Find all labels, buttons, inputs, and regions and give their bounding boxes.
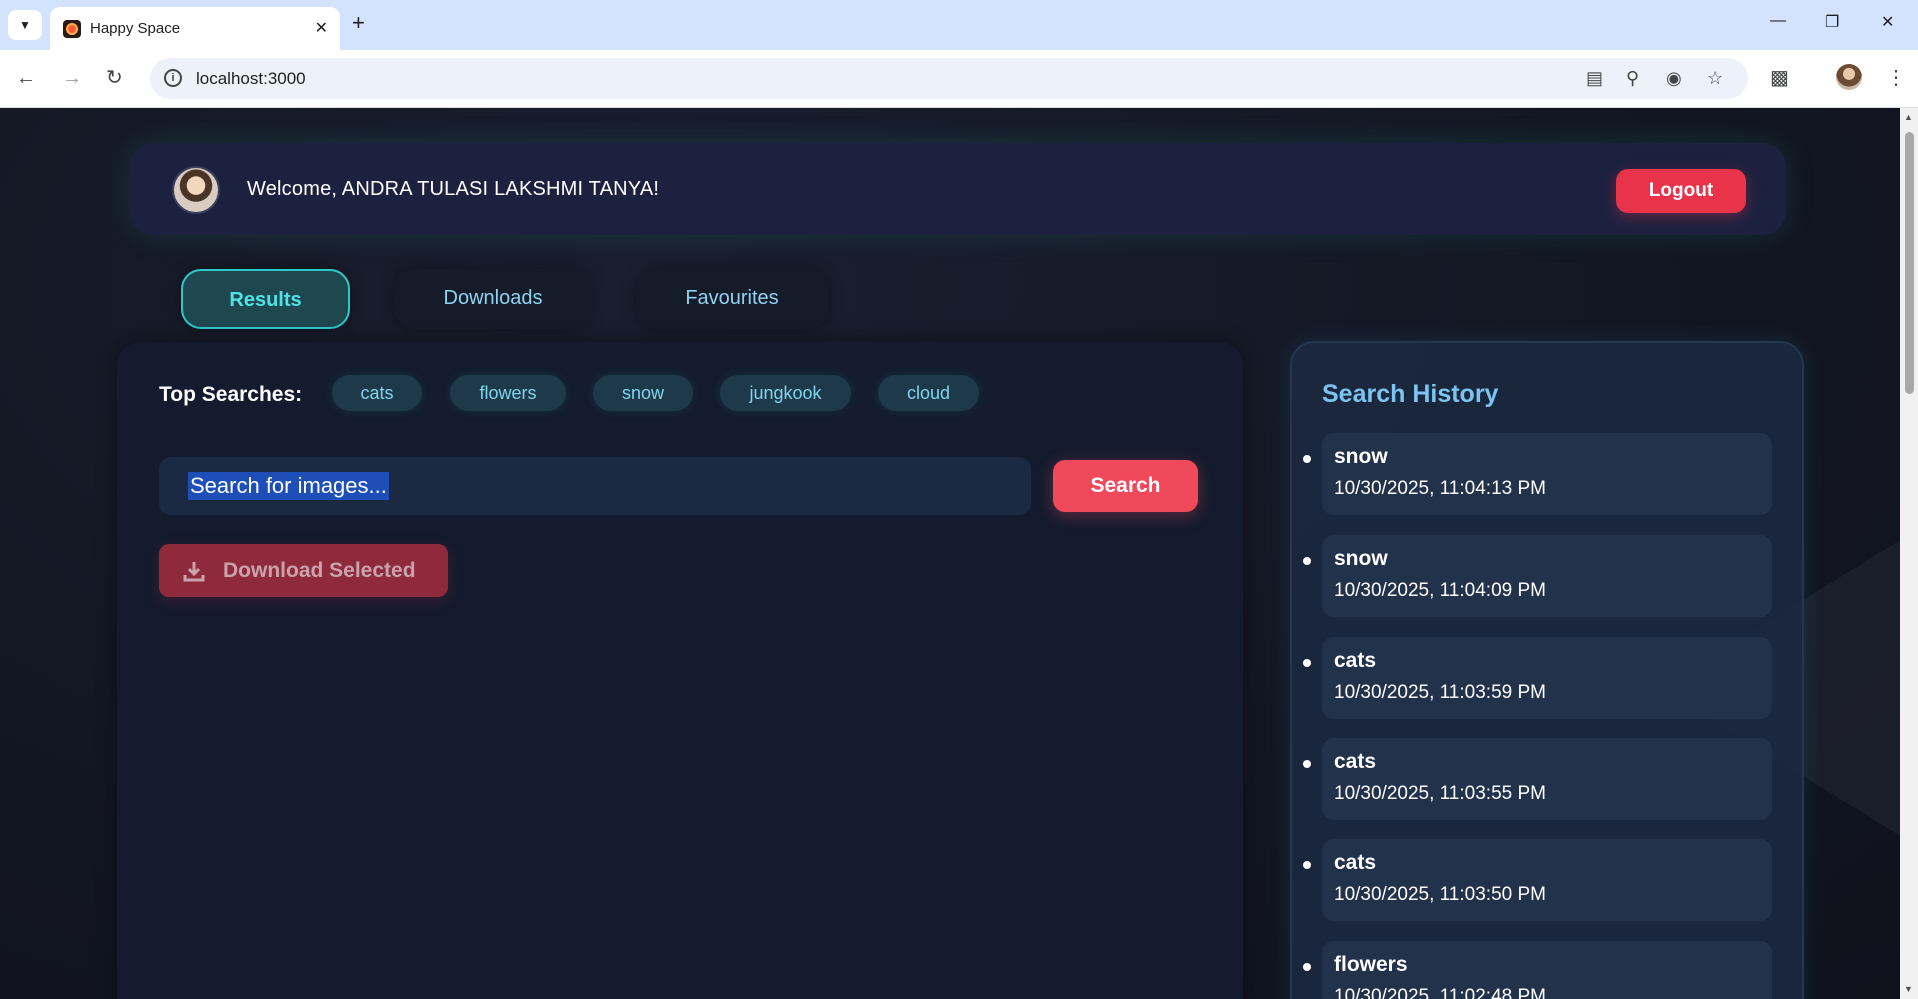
minimize-icon[interactable]: — <box>1770 12 1786 30</box>
tab-results[interactable]: Results <box>181 269 350 329</box>
search-history-title: Search History <box>1322 380 1499 408</box>
history-item[interactable]: cats 10/30/2025, 11:03:59 PM <box>1303 637 1772 719</box>
history-time: 10/30/2025, 11:03:55 PM <box>1334 783 1546 804</box>
profile-avatar[interactable] <box>1836 64 1862 90</box>
history-time: 10/30/2025, 11:03:59 PM <box>1334 682 1546 703</box>
tab-title: Happy Space <box>90 20 181 37</box>
top-search-chip[interactable]: jungkook <box>720 375 851 411</box>
welcome-text: Welcome, ANDRA TULASI LAKSHMI TANYA! <box>247 178 660 200</box>
menu-icon[interactable]: ⋮ <box>1886 65 1906 90</box>
tab-favourites[interactable]: Favourites <box>636 269 828 329</box>
browser-tab[interactable]: Happy Space ✕ <box>50 7 340 50</box>
search-history-panel: Search History snow 10/30/2025, 11:04:13… <box>1290 341 1804 999</box>
download-selected-label: Download Selected <box>223 559 416 582</box>
history-item[interactable]: cats 10/30/2025, 11:03:50 PM <box>1303 839 1772 921</box>
search-placeholder: Search for images... <box>188 472 389 500</box>
favicon-icon <box>63 20 81 38</box>
install-app-icon[interactable]: ▤ <box>1586 68 1603 89</box>
bullet-icon <box>1303 861 1311 869</box>
zoom-icon[interactable]: ⚲ <box>1626 68 1639 89</box>
address-bar[interactable]: i localhost:3000 ▤ ⚲ ◉ ☆ <box>150 58 1748 99</box>
search-input[interactable]: Search for images... <box>159 457 1031 515</box>
close-tab-icon[interactable]: ✕ <box>315 18 328 38</box>
history-term: snow <box>1334 445 1388 468</box>
search-button[interactable]: Search <box>1053 460 1198 512</box>
history-term: cats <box>1334 851 1377 874</box>
welcome-header: Welcome, ANDRA TULASI LAKSHMI TANYA! Log… <box>130 143 1786 235</box>
download-icon <box>183 562 205 582</box>
results-panel: Top Searches: cats flowers snow jungkook… <box>117 342 1243 999</box>
tab-downloads[interactable]: Downloads <box>394 269 592 329</box>
tab-search-button[interactable]: ▼ <box>8 10 42 40</box>
bullet-icon <box>1303 455 1311 463</box>
restore-icon[interactable]: ❐ <box>1825 12 1839 32</box>
site-info-icon[interactable]: i <box>164 69 182 87</box>
back-icon[interactable]: ← <box>16 67 36 89</box>
bullet-icon <box>1303 557 1311 565</box>
history-term: cats <box>1334 750 1377 773</box>
history-term: snow <box>1334 547 1388 570</box>
eye-off-icon[interactable]: ◉ <box>1666 68 1682 89</box>
extensions-icon[interactable]: ▩ <box>1770 65 1789 90</box>
url-text[interactable]: localhost:3000 <box>196 69 306 89</box>
history-time: 10/30/2025, 11:04:13 PM <box>1334 478 1546 499</box>
bullet-icon <box>1303 659 1311 667</box>
history-item[interactable]: snow 10/30/2025, 11:04:13 PM <box>1303 433 1772 515</box>
bookmark-star-icon[interactable]: ☆ <box>1707 68 1723 89</box>
history-item[interactable]: flowers 10/30/2025, 11:02:48 PM <box>1303 941 1772 999</box>
new-tab-icon[interactable]: + <box>352 12 365 34</box>
browser-tab-strip: ▼ Happy Space ✕ + — ❐ ✕ <box>0 0 1918 50</box>
scrollbar-thumb[interactable] <box>1905 132 1914 394</box>
download-selected-button[interactable]: Download Selected <box>159 544 448 597</box>
scroll-up-icon[interactable]: ▲ <box>1904 112 1913 122</box>
history-time: 10/30/2025, 11:03:50 PM <box>1334 884 1546 905</box>
reload-icon[interactable]: ↻ <box>106 67 123 89</box>
forward-icon[interactable]: → <box>62 67 82 89</box>
top-searches-label: Top Searches: <box>159 383 303 406</box>
history-time: 10/30/2025, 11:04:09 PM <box>1334 580 1546 601</box>
history-item[interactable]: cats 10/30/2025, 11:03:55 PM <box>1303 738 1772 820</box>
top-search-chip[interactable]: cats <box>332 375 422 411</box>
top-search-chip[interactable]: flowers <box>450 375 566 411</box>
logout-button[interactable]: Logout <box>1616 169 1746 213</box>
history-item[interactable]: snow 10/30/2025, 11:04:09 PM <box>1303 535 1772 617</box>
scroll-down-icon[interactable]: ▼ <box>1904 984 1913 994</box>
top-search-chip[interactable]: snow <box>593 375 693 411</box>
avatar <box>172 166 220 214</box>
page-scrollbar[interactable]: ▲ ▼ <box>1900 108 1918 999</box>
chevron-down-icon: ▼ <box>19 18 31 32</box>
bullet-icon <box>1303 963 1311 971</box>
window-close-icon[interactable]: ✕ <box>1881 12 1894 32</box>
bullet-icon <box>1303 760 1311 768</box>
top-search-chip[interactable]: cloud <box>878 375 979 411</box>
history-term: cats <box>1334 649 1377 672</box>
browser-toolbar: ← → ↻ i localhost:3000 ▤ ⚲ ◉ ☆ ▩ ⋮ <box>0 50 1918 108</box>
page: Welcome, ANDRA TULASI LAKSHMI TANYA! Log… <box>0 108 1900 999</box>
history-time: 10/30/2025, 11:02:48 PM <box>1334 986 1546 999</box>
history-term: flowers <box>1334 953 1408 976</box>
